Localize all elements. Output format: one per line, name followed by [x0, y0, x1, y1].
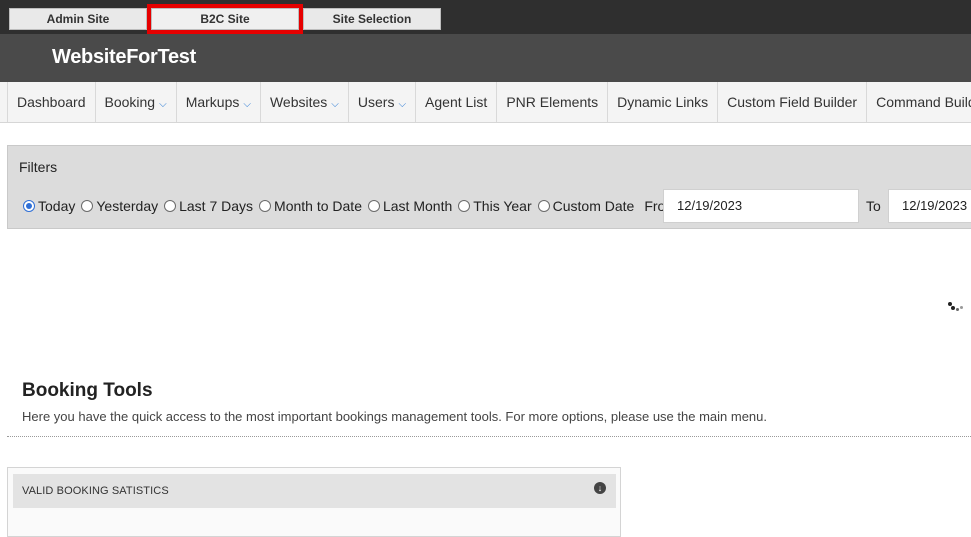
nav-pnr-elements-label: PNR Elements [506, 94, 599, 110]
radio-icon[interactable] [537, 200, 550, 212]
card-header: VALID BOOKING SATISTICS ↓ [13, 474, 616, 508]
nav-custom-field-builder-label: Custom Field Builder [727, 94, 858, 110]
nav-websites-label: Websites [269, 94, 328, 110]
filters-title: Filters [19, 159, 58, 175]
main-nav: Dashboard Booking ⌵ Markups ⌵ Websites ⌵ Us… [0, 82, 971, 123]
nav-agent-list-label: Agent List [425, 94, 488, 110]
chevron-down-icon: ⌵ [159, 99, 167, 110]
radio-today-label: Today [38, 198, 76, 214]
nav-custom-field-builder[interactable]: Custom Field Builder [718, 82, 868, 122]
nav-command-builder-label: Command Builder [876, 94, 971, 110]
booking-tools-heading: Booking Tools [22, 380, 153, 401]
nav-markups-label: Markups [185, 94, 240, 110]
from-date-input[interactable]: 12/19/2023 [663, 189, 859, 223]
radio-this-year-label: This Year [473, 198, 532, 214]
radio-yesterday-label: Yesterday [96, 198, 159, 214]
nav-users[interactable]: Users ⌵ [348, 82, 417, 122]
section-divider [7, 436, 971, 437]
to-label: To [866, 198, 881, 214]
filters-panel: Filters Today Yesterday Last 7 Days Mont… [7, 145, 971, 229]
radio-icon[interactable] [164, 200, 177, 212]
nav-markups[interactable]: Markups ⌵ [176, 82, 261, 122]
nav-booking[interactable]: Booking ⌵ [95, 82, 177, 122]
site-selection-tab[interactable]: Site Selection [303, 8, 441, 30]
radio-month-to-date-label: Month to Date [274, 198, 362, 214]
radio-last-month[interactable]: Last Month [367, 198, 453, 214]
nav-dashboard[interactable]: Dashboard [7, 82, 96, 122]
radio-icon[interactable] [458, 200, 471, 212]
admin-site-tab[interactable]: Admin Site [9, 8, 147, 30]
radio-icon[interactable] [81, 200, 94, 212]
card-title: VALID BOOKING SATISTICS [22, 485, 169, 497]
nav-booking-label: Booking [104, 94, 156, 110]
radio-custom-date[interactable]: Custom Date [537, 198, 635, 214]
nav-pnr-elements[interactable]: PNR Elements [497, 82, 609, 122]
chevron-down-icon: ⌵ [243, 99, 251, 110]
radio-icon[interactable] [259, 200, 272, 212]
nav-dynamic-links[interactable]: Dynamic Links [608, 82, 719, 122]
site-switcher-bar: Admin Site B2C Site Site Selection [0, 0, 971, 34]
radio-selected-icon[interactable] [23, 200, 35, 212]
radio-last-month-label: Last Month [382, 198, 453, 214]
brand-bar: WebsiteForTest [0, 34, 971, 82]
radio-today[interactable]: Today [23, 198, 75, 214]
date-range-options: Today Yesterday Last 7 Days Month to Dat… [23, 198, 677, 214]
radio-month-to-date[interactable]: Month to Date [259, 198, 362, 214]
to-date-input[interactable]: 12/19/2023 [888, 189, 971, 223]
site-name: WebsiteForTest [52, 46, 196, 68]
chevron-down-icon: ⌵ [331, 99, 339, 110]
loading-spinner-icon [946, 300, 964, 314]
b2c-site-tab[interactable]: B2C Site [147, 4, 303, 34]
nav-command-builder[interactable]: Command Builder [867, 82, 971, 122]
radio-custom-date-label: Custom Date [552, 198, 635, 214]
nav-dashboard-label: Dashboard [17, 94, 86, 110]
radio-this-year[interactable]: This Year [458, 198, 532, 214]
chevron-down-icon: ⌵ [398, 99, 407, 110]
booking-tools-description: Here you have the quick access to the mo… [22, 409, 768, 424]
radio-last-7-days[interactable]: Last 7 Days [164, 198, 253, 214]
nav-dynamic-links-label: Dynamic Links [617, 94, 709, 110]
nav-websites[interactable]: Websites ⌵ [260, 82, 349, 122]
radio-icon[interactable] [367, 200, 380, 212]
radio-yesterday[interactable]: Yesterday [81, 198, 158, 214]
arrow-down-circle-icon[interactable]: ↓ [594, 482, 606, 494]
nav-users-label: Users [357, 94, 395, 110]
radio-last-7-days-label: Last 7 Days [179, 198, 254, 214]
nav-agent-list[interactable]: Agent List [416, 82, 498, 122]
